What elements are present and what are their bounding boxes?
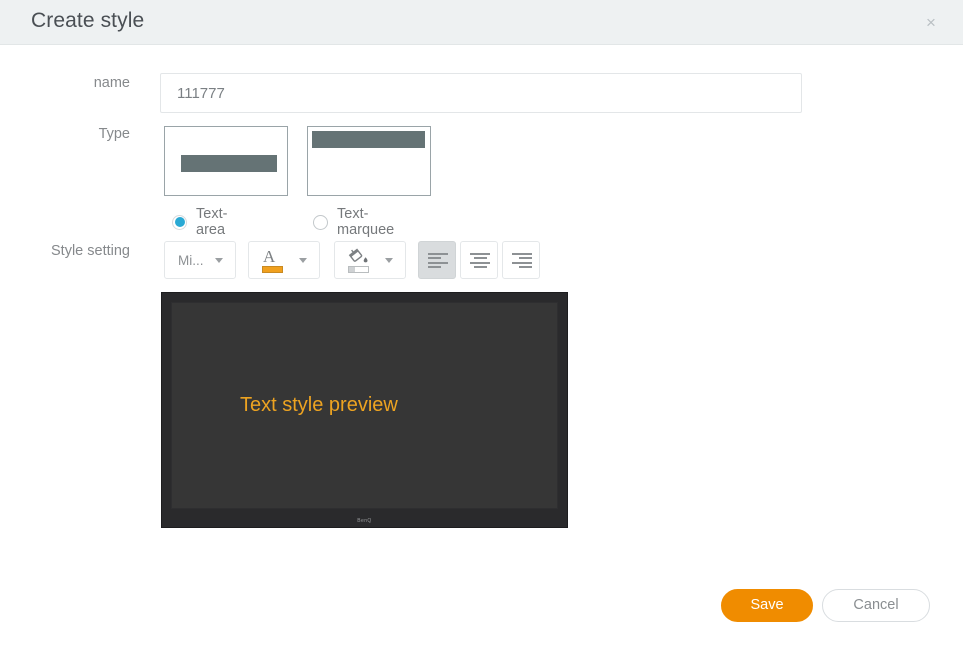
type-label: Type (98, 126, 130, 142)
radio-text-marquee-label: Text-marquee (337, 206, 395, 238)
radio-unselected-icon (313, 214, 328, 230)
radio-text-area-label: Text-area (196, 206, 228, 238)
save-button[interactable]: Save (721, 589, 813, 622)
close-icon[interactable]: × (921, 13, 941, 33)
cancel-button[interactable]: Cancel (822, 589, 930, 622)
text-area-bar-icon (181, 155, 277, 172)
fill-color-swatch (348, 266, 369, 273)
radio-selected-icon (172, 214, 187, 230)
modal-header: Create style × (0, 0, 963, 45)
align-left-icon (428, 253, 448, 269)
brand-logo: BenQ (357, 518, 372, 524)
align-center-icon (470, 253, 490, 269)
preview-screen: Text style preview (171, 302, 558, 509)
font-color-swatch (262, 266, 283, 273)
radio-text-area[interactable]: Text-area (172, 206, 227, 238)
align-left-button[interactable] (418, 241, 456, 279)
font-color-a-icon: A (263, 247, 276, 266)
radio-text-marquee[interactable]: Text-marquee (313, 206, 394, 238)
type-thumbnail-text-area[interactable] (164, 126, 288, 196)
style-setting-label: Style setting (51, 243, 130, 259)
name-row: name (0, 73, 963, 113)
type-row: Type Text-area Text-marquee (0, 126, 963, 238)
align-center-button[interactable] (460, 241, 498, 279)
name-label: name (93, 75, 130, 91)
font-family-value: Mi... (178, 253, 204, 268)
font-color-button[interactable]: A (248, 241, 320, 279)
name-input[interactable] (160, 73, 802, 113)
font-family-dropdown[interactable]: Mi... (164, 241, 236, 279)
style-setting-row: Style setting Mi... A (0, 241, 963, 281)
chevron-down-icon[interactable] (385, 258, 393, 263)
chevron-down-icon (215, 258, 223, 263)
preview-text: Text style preview (240, 394, 398, 416)
display-preview: Text style preview BenQ (161, 292, 568, 528)
chevron-down-icon[interactable] (299, 258, 307, 263)
align-right-button[interactable] (502, 241, 540, 279)
text-marquee-bar-icon (312, 131, 425, 148)
type-thumbnail-text-marquee[interactable] (307, 126, 431, 196)
align-right-icon (512, 253, 532, 269)
page-title: Create style (31, 9, 145, 32)
fill-color-button[interactable] (334, 241, 406, 279)
